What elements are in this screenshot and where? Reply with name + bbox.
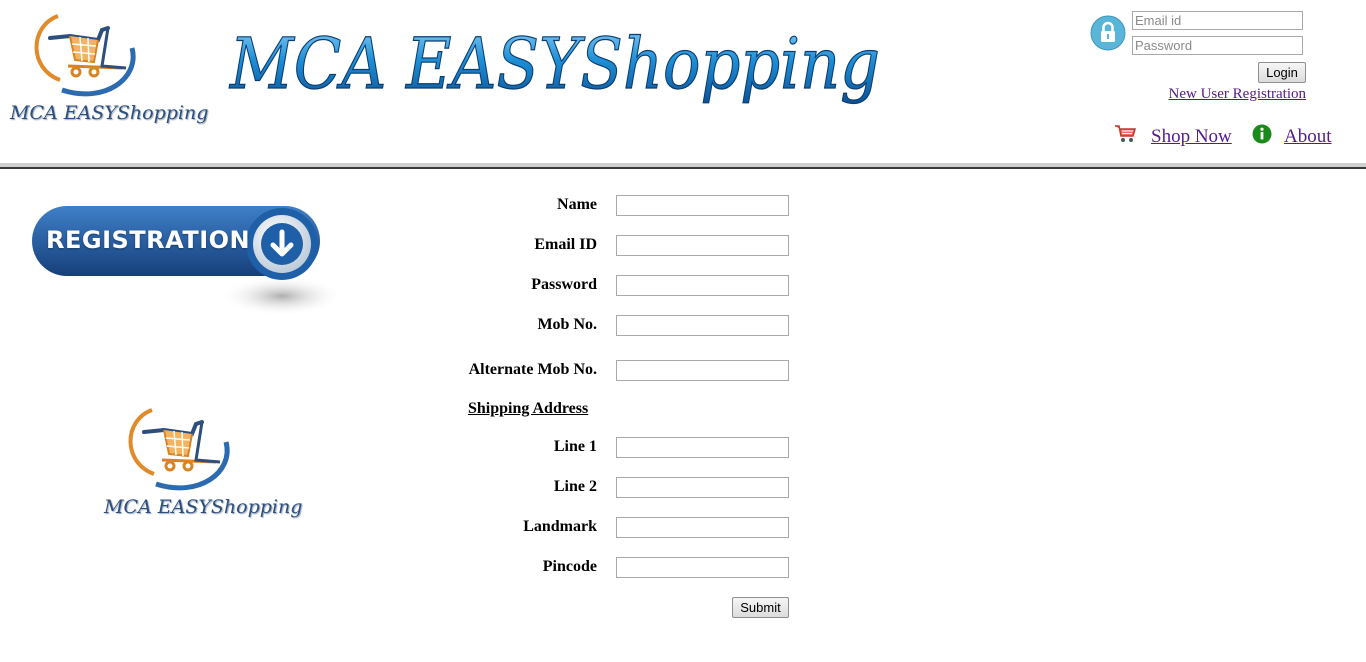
shop-now-link[interactable]: Shop Now — [1151, 126, 1232, 148]
line1-label: Line 1 — [553, 438, 597, 455]
pincode-label: Pincode — [542, 558, 597, 575]
submit-button[interactable]: Submit — [732, 597, 789, 618]
mob-field[interactable] — [616, 315, 789, 336]
header-logo-text: MCA EASYShopping — [10, 102, 209, 124]
shopping-cart-icon — [1115, 125, 1136, 142]
alt-mob-label: Alternate Mob No. — [468, 361, 597, 378]
password-field[interactable] — [616, 275, 789, 296]
header-divider — [0, 163, 1366, 169]
landmark-field[interactable] — [616, 517, 789, 538]
banner-title: MCA EASYShopping — [228, 23, 880, 105]
about-link[interactable]: About — [1284, 126, 1332, 148]
shipping-address-heading: Shipping Address — [468, 400, 589, 417]
cart-logo-graphic — [34, 14, 136, 97]
password-label: Password — [531, 276, 597, 293]
top-nav: Shop Now About — [1114, 122, 1354, 152]
site-banner: MCA EASYShopping — [226, 14, 906, 124]
registration-badge: REGISTRATION — [30, 204, 346, 320]
alt-mob-field[interactable] — [616, 360, 789, 381]
pincode-field[interactable] — [616, 557, 789, 578]
registration-badge-text: REGISTRATION — [46, 226, 251, 254]
cart-logo-graphic — [128, 408, 230, 491]
line2-field[interactable] — [616, 477, 789, 498]
mob-label: Mob No. — [537, 316, 597, 333]
login-button[interactable]: Login — [1258, 62, 1306, 83]
sidebar-logo-text: MCA EASYShopping — [104, 496, 303, 518]
name-field[interactable] — [616, 195, 789, 216]
info-icon — [1252, 124, 1272, 144]
line1-field[interactable] — [616, 437, 789, 458]
email-label: Email ID — [534, 236, 597, 253]
line2-label: Line 2 — [553, 478, 597, 495]
landmark-label: Landmark — [523, 518, 597, 535]
login-email-input[interactable] — [1132, 11, 1303, 30]
email-field[interactable] — [616, 235, 789, 256]
new-user-registration-link[interactable]: New User Registration — [1169, 86, 1306, 103]
login-panel: Login New User Registration — [1090, 10, 1320, 110]
name-label: Name — [557, 196, 597, 213]
header-logo: MCA EASYShopping — [10, 8, 209, 134]
sidebar-logo: MCA EASYShopping — [104, 402, 303, 528]
lock-icon — [1090, 15, 1126, 51]
login-password-input[interactable] — [1132, 36, 1303, 55]
